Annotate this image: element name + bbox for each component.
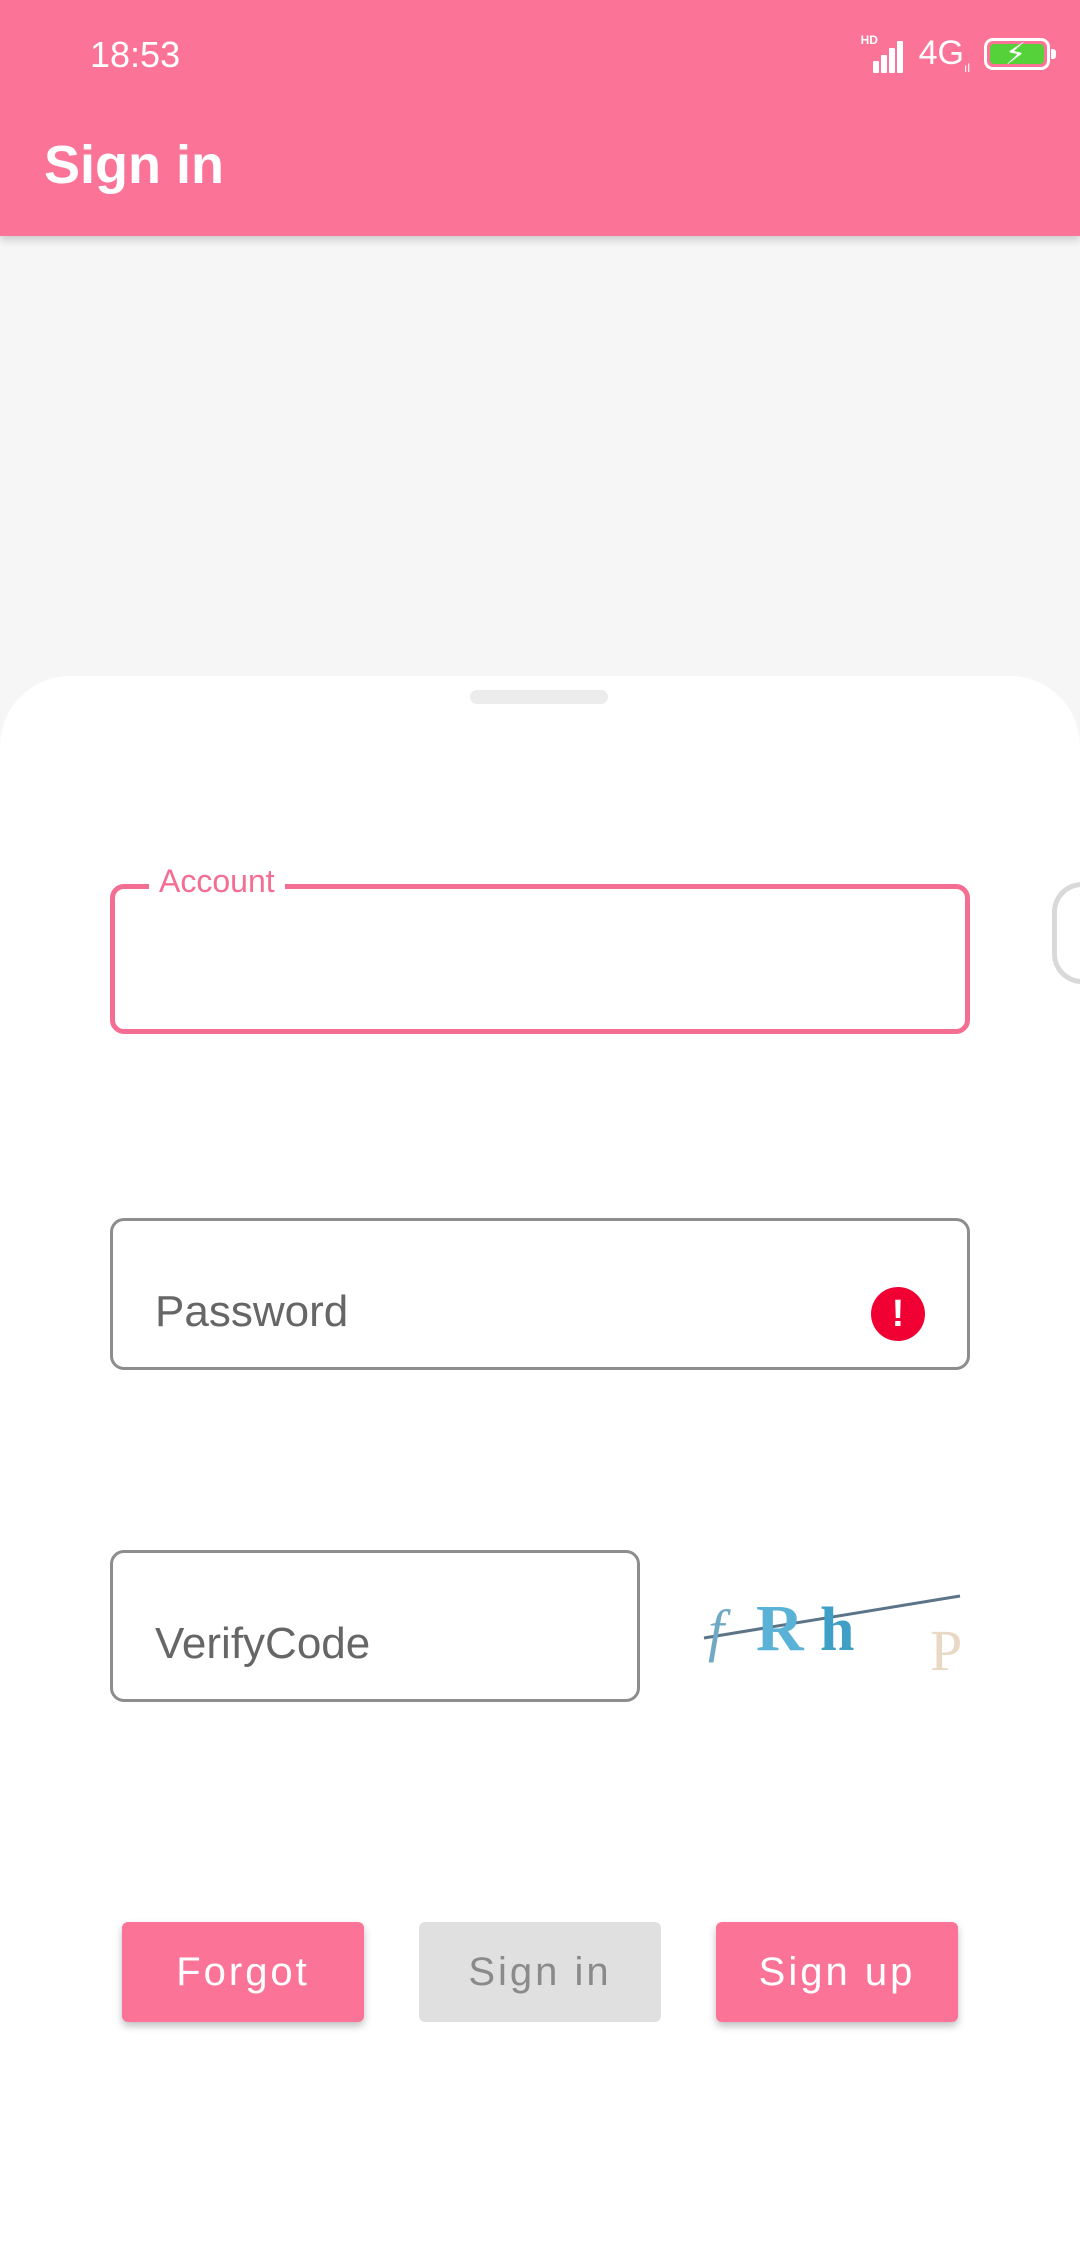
hd-badge: HD (860, 33, 878, 47)
status-icons: HD 4Gıl ⚡ (860, 32, 1056, 76)
verify-code-field[interactable]: VerifyCode (110, 1550, 640, 1702)
status-time: 18:53 (90, 34, 181, 75)
captcha-char-3: h (820, 1596, 854, 1664)
password-placeholder: Password (155, 1287, 349, 1336)
network-type: 4Gıl (918, 33, 970, 75)
sheet-drag-handle[interactable] (470, 690, 608, 704)
password-field[interactable]: Password ! (110, 1218, 970, 1370)
page-title: Sign in (44, 135, 224, 195)
captcha-char-2: R (756, 1592, 805, 1665)
account-field[interactable]: Account (110, 863, 970, 1034)
sign-in-button[interactable]: Sign in (419, 1922, 661, 2022)
verify-code-placeholder: VerifyCode (155, 1619, 371, 1668)
battery-charging-icon: ⚡ (984, 38, 1056, 71)
account-label: Account (149, 863, 285, 900)
error-icon: ! (871, 1287, 925, 1341)
sign-in-screen: 18:53 HD 4Gıl ⚡ Sign in Account Password… (0, 0, 1080, 2244)
signal-icon: HD (860, 33, 905, 73)
account-input[interactable] (155, 925, 875, 1005)
sign-up-button[interactable]: Sign up (716, 1922, 958, 2022)
captcha-image[interactable]: f R h P (694, 1578, 978, 1683)
forgot-button[interactable]: Forgot (122, 1922, 364, 2022)
edge-swipe-indicator (1052, 882, 1080, 984)
captcha-char-1: f (708, 1598, 731, 1663)
captcha-graphic: f R h P (703, 1592, 962, 1683)
captcha-char-4: P (930, 1618, 962, 1682)
app-bar: 18:53 HD 4Gıl ⚡ Sign in (0, 0, 1080, 236)
